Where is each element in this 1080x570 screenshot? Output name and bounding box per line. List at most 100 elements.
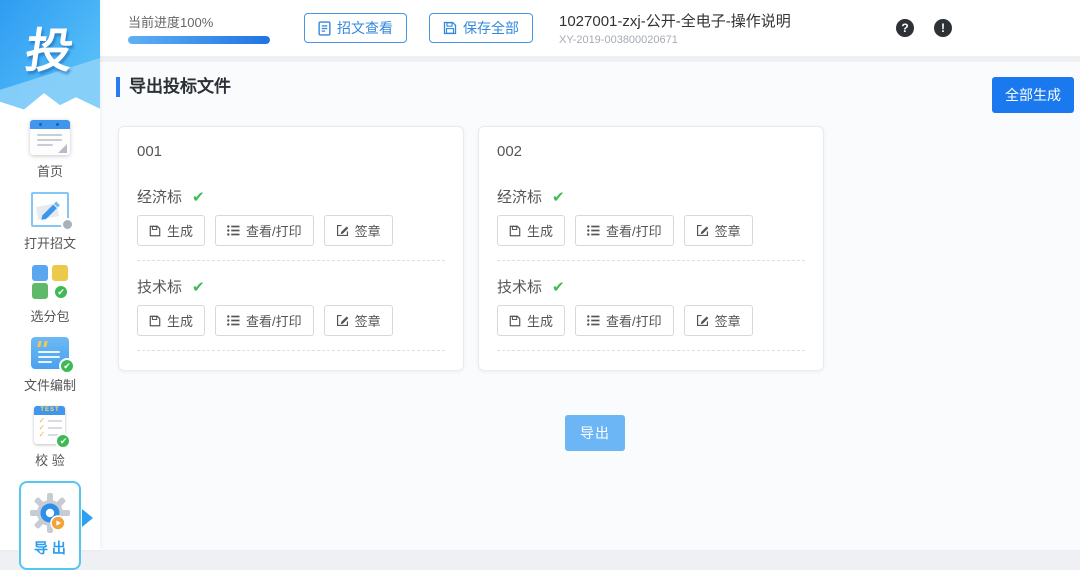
bid-actions: 生成 查看/打印 签章 [497,305,805,336]
save-icon [509,315,521,326]
view-tender-label: 招文查看 [337,20,393,36]
active-arrow-icon [82,509,93,527]
progress-bar [128,36,270,44]
help-icon[interactable]: ? [896,19,914,37]
check-badge-icon: ✔ [58,358,75,374]
package-id: 001 [137,143,163,160]
top-bar: 当前进度100% 招文查看 保存全部 1027001-zxj-公开-全电子-操作… [100,0,1080,56]
document-icon [318,20,331,36]
verify-icon: TEST ✓ ✓ ✓ ✔ [34,406,72,449]
app-window: 投 首页 打开招文 ✔ 选分包 ✔ 文件编制 TEST ✓ ✓ ✓ ✔ 校 验 … [0,0,1080,570]
app-logo: 投 [0,0,100,116]
alert-icon[interactable]: ! [934,19,952,37]
bid-section-header: 经济标 ✔ [137,186,445,207]
sidebar: 投 首页 打开招文 ✔ 选分包 ✔ 文件编制 TEST ✓ ✓ ✓ ✔ 校 验 … [0,0,100,570]
project-info: 1027001-zxj-公开-全电子-操作说明 XY-2019-00380002… [559,10,791,46]
project-code: XY-2019-003800020671 [559,34,678,46]
bid-section-label: 经济标 [137,189,183,206]
generate-button[interactable]: 生成 [497,215,566,246]
divider [497,350,805,351]
bid-actions: 生成 查看/打印 签章 [497,215,805,246]
section-header: 导出投标文件 全部生成 [116,77,1074,113]
save-icon [149,225,161,236]
bid-section-label: 技术标 [137,279,183,296]
sign-button[interactable]: 签章 [323,305,393,336]
view-print-button[interactable]: 查看/打印 [575,305,674,336]
sidebar-item-open-tender[interactable]: 打开招文 [24,192,76,252]
sign-pen-icon [696,314,708,327]
export-button[interactable]: 导出 [565,415,625,451]
sign-pen-icon [696,224,708,237]
sign-button[interactable]: 签章 [683,215,753,246]
progress-track [128,36,270,44]
generate-all-button[interactable]: 全部生成 [992,77,1074,113]
list-icon [587,315,600,326]
list-icon [227,225,240,236]
header-icons: ? ! [896,19,952,37]
generate-button[interactable]: 生成 [137,305,206,336]
sidebar-item-label: 校 验 [35,453,65,468]
package-card: 001 经济标 ✔ 生成 查看/打印 签章 技术标 ✔ 生成 查看/打印 签章 [118,126,464,371]
view-print-button[interactable]: 查看/打印 [215,215,314,246]
select-package-icon: ✔ [31,264,69,300]
view-print-button[interactable]: 查看/打印 [215,305,314,336]
check-badge-icon: ✔ [55,433,72,449]
save-icon [509,225,521,236]
stamp-badge-icon [60,218,74,231]
sign-pen-icon [336,314,348,327]
generate-button[interactable]: 生成 [497,305,566,336]
sidebar-item-label: 首页 [36,164,63,179]
list-icon [587,225,600,236]
sidebar-item-home[interactable]: 首页 [29,120,70,180]
package-card: 002 经济标 ✔ 生成 查看/打印 签章 技术标 ✔ 生成 查看/打印 签章 [478,126,824,371]
sign-button[interactable]: 签章 [683,305,753,336]
bid-section-label: 经济标 [497,189,543,206]
sidebar-item-label: 文件编制 [23,378,76,393]
list-icon [227,315,240,326]
bid-section-header: 技术标 ✔ [137,276,445,297]
sidebar-item-label: 导 出 [34,540,66,556]
sign-pen-icon [336,224,348,237]
bid-actions: 生成 查看/打印 签章 [137,215,445,246]
sidebar-item-label: 选分包 [30,309,70,324]
view-tender-button[interactable]: 招文查看 [304,13,407,43]
export-gear-icon [30,493,70,533]
bid-section-label: 技术标 [497,279,543,296]
bid-section-header: 经济标 ✔ [497,186,805,207]
project-title: 1027001-zxj-公开-全电子-操作说明 [559,13,791,30]
open-tender-icon [30,192,74,231]
bid-section-header: 技术标 ✔ [497,276,805,297]
sidebar-item-select-package[interactable]: ✔ 选分包 [30,264,70,325]
file-compile-icon: ✔ [30,337,75,374]
check-icon: ✔ [552,188,565,206]
save-icon [149,315,161,326]
sidebar-nav: 首页 打开招文 ✔ 选分包 ✔ 文件编制 TEST ✓ ✓ ✓ ✔ 校 验 [24,120,76,481]
progress: 当前进度100% [128,12,270,44]
logo-glyph: 投 [22,24,77,77]
package-id: 002 [497,143,523,160]
view-print-button[interactable]: 查看/打印 [575,215,674,246]
save-all-label: 保存全部 [463,20,519,36]
generate-button[interactable]: 生成 [137,215,206,246]
check-icon: ✔ [192,188,205,206]
main-content: 导出投标文件 全部生成 001 经济标 ✔ 生成 查看/打印 签章 技术标 ✔ … [100,62,1080,550]
check-icon: ✔ [552,278,565,296]
sidebar-item-label: 打开招文 [23,236,76,251]
sidebar-item-verify[interactable]: TEST ✓ ✓ ✓ ✔ 校 验 [34,406,72,469]
check-icon: ✔ [192,278,205,296]
pencil-icon [41,201,60,220]
sidebar-item-export[interactable]: 导 出 [19,481,93,570]
sign-button[interactable]: 签章 [323,215,393,246]
divider [137,350,445,351]
package-cards: 001 经济标 ✔ 生成 查看/打印 签章 技术标 ✔ 生成 查看/打印 签章 … [116,126,1074,371]
home-icon [29,120,70,155]
sidebar-item-file-compile[interactable]: ✔ 文件编制 [24,337,76,394]
save-all-button[interactable]: 保存全部 [429,13,533,43]
bid-actions: 生成 查看/打印 签章 [137,305,445,336]
divider [497,260,805,261]
progress-label: 当前进度100% [128,15,214,30]
save-icon [443,21,457,35]
page-title: 导出投标文件 [116,77,231,97]
divider [137,260,445,261]
check-badge-icon: ✔ [52,284,69,300]
